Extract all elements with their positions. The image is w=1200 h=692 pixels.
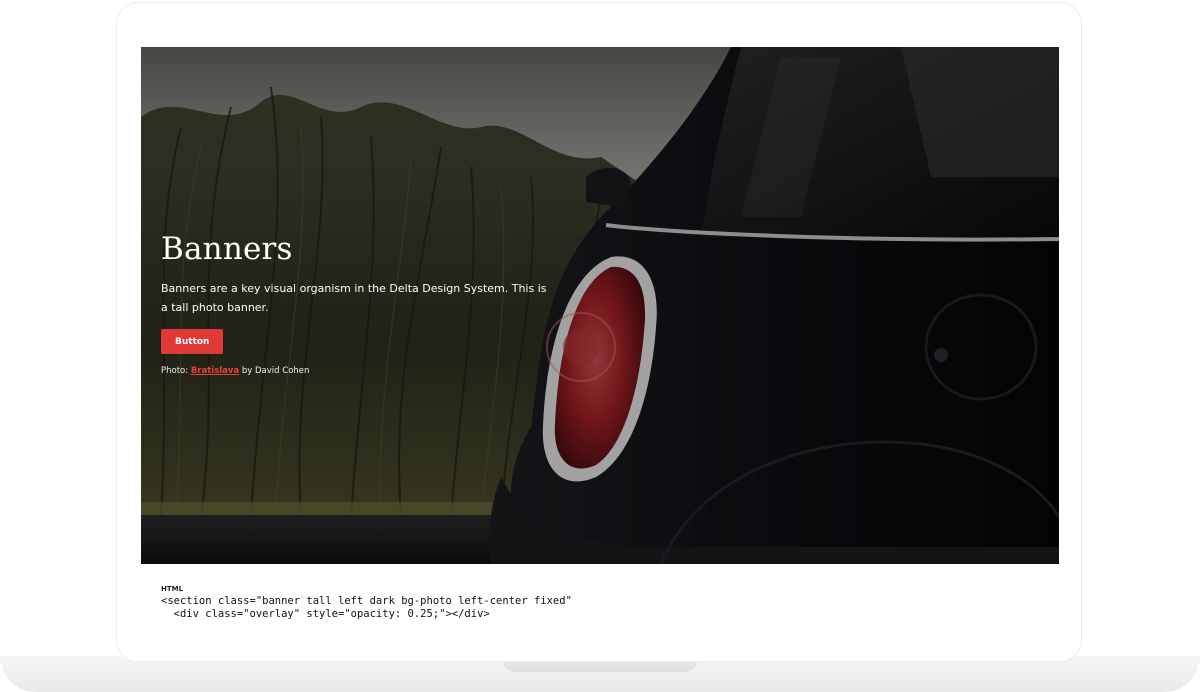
page: Banners Banners are a key visual organis… — [0, 0, 1200, 692]
banner-content: Banners Banners are a key visual organis… — [161, 231, 551, 376]
code-sample: HTML <section class="banner tall left da… — [161, 585, 1041, 621]
code-line: <section class="banner tall left dark bg… — [161, 595, 572, 607]
code-label: HTML — [161, 585, 184, 593]
photo-credit-link[interactable]: Bratislava — [191, 366, 239, 376]
banner-title: Banners — [161, 231, 293, 267]
photo-credit-prefix: Photo: — [161, 366, 191, 376]
banner-button[interactable]: Button — [161, 329, 224, 354]
photo-credit: Photo: Bratislava by David Cohen — [161, 366, 551, 376]
photo-banner: Banners Banners are a key visual organis… — [141, 47, 1059, 564]
laptop-screen: Banners Banners are a key visual organis… — [141, 47, 1059, 647]
banner-description: Banners are a key visual organism in the… — [161, 282, 547, 314]
code-line: <div class="overlay" style="opacity: 0.2… — [161, 608, 490, 620]
photo-credit-suffix: by David Cohen — [239, 366, 310, 376]
